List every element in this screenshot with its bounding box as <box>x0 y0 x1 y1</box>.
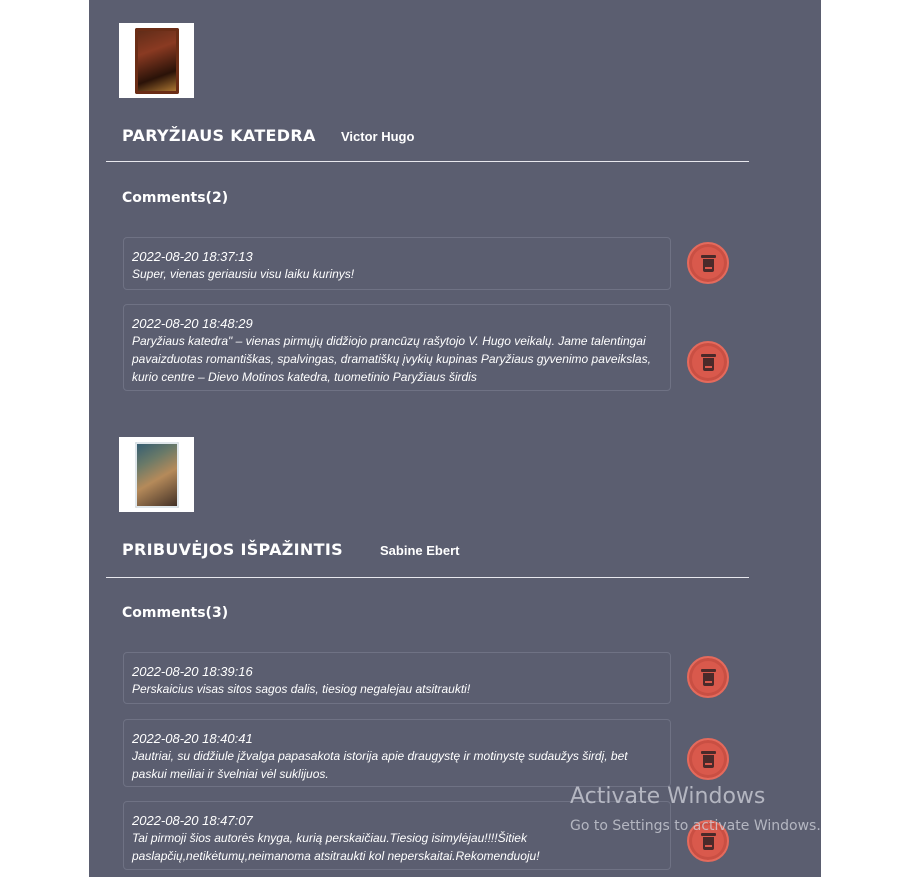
trash-icon <box>700 832 716 850</box>
book-author: Victor Hugo <box>341 129 415 144</box>
comment-timestamp: 2022-08-20 18:37:13 <box>132 249 253 264</box>
comment-card: 2022-08-20 18:48:29 Paryžiaus katedra" –… <box>123 304 671 391</box>
books-panel: PARYŽIAUS KATEDRA Victor Hugo Comments(2… <box>89 0 821 877</box>
comment-timestamp: 2022-08-20 18:48:29 <box>132 316 253 331</box>
trash-icon <box>700 254 716 272</box>
comment-text: Tai pirmoji šios autorės knyga, kurią pe… <box>132 831 540 863</box>
book-cover-image <box>119 437 194 512</box>
comment-text: Super, vienas geriausiu visu laiku kurin… <box>132 267 355 281</box>
comments-heading: Comments(2) <box>122 190 229 206</box>
book-title: PARYŽIAUS KATEDRA <box>122 126 316 145</box>
comments-heading: Comments(3) <box>122 605 229 621</box>
comment-card: 2022-08-20 18:40:41 Jautriai, su didžiul… <box>123 719 671 787</box>
book-cover-image <box>119 23 194 98</box>
comment-timestamp: 2022-08-20 18:40:41 <box>132 731 253 746</box>
delete-comment-button[interactable] <box>687 242 729 284</box>
book-title: PRIBUVĖJOS IŠPAŽINTIS <box>122 540 343 559</box>
delete-comment-button[interactable] <box>687 656 729 698</box>
trash-icon <box>700 353 716 371</box>
comment-text: Paryžiaus katedra" – vienas pirmųjų didž… <box>132 334 651 384</box>
trash-icon <box>700 750 716 768</box>
comment-card: 2022-08-20 18:47:07 Tai pirmoji šios aut… <box>123 801 671 870</box>
activate-windows-title: Activate Windows <box>570 784 766 809</box>
delete-comment-button[interactable] <box>687 341 729 383</box>
divider <box>106 577 749 578</box>
comment-text: Jautriai, su didžiule įžvalga papasakota… <box>132 749 628 781</box>
delete-comment-button[interactable] <box>687 738 729 780</box>
trash-icon <box>700 668 716 686</box>
comment-card: 2022-08-20 18:39:16 Perskaicius visas si… <box>123 652 671 704</box>
book-author: Sabine Ebert <box>380 543 460 558</box>
activate-windows-subtitle: Go to Settings to activate Windows. <box>570 818 821 834</box>
comment-text: Perskaicius visas sitos sagos dalis, tie… <box>132 682 471 696</box>
divider <box>106 161 749 162</box>
book-cover-art <box>134 27 179 94</box>
comment-card: 2022-08-20 18:37:13 Super, vienas geriau… <box>123 237 671 290</box>
book-cover-art <box>134 441 179 508</box>
comment-timestamp: 2022-08-20 18:39:16 <box>132 664 253 679</box>
